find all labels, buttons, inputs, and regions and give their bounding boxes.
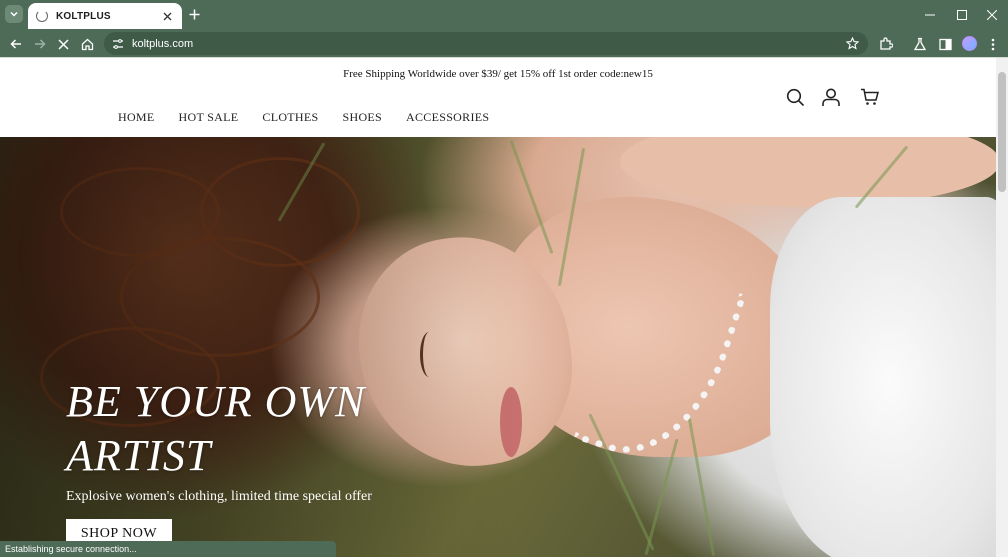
home-icon[interactable] [77,34,97,54]
side-panel-icon[interactable] [935,34,955,54]
status-bubble: Establishing secure connection... [0,541,336,557]
url-text: koltplus.com [132,37,194,50]
profile-avatar[interactable] [962,36,977,51]
browser-tab[interactable]: KOLTPLUS [28,3,182,29]
stop-icon[interactable] [53,34,73,54]
nav-shoes[interactable]: SHOES [343,110,383,125]
extensions-icon[interactable] [876,34,896,54]
close-icon[interactable] [160,9,174,23]
window-close-icon[interactable] [976,0,1008,29]
tab-strip: KOLTPLUS [0,0,1008,29]
nav-home[interactable]: HOME [118,110,155,125]
labs-icon[interactable] [910,34,930,54]
nav-clothes[interactable]: CLOTHES [262,110,318,125]
tab-title: KOLTPLUS [56,10,111,22]
nav-accessories[interactable]: ACCESSORIES [406,110,489,125]
page-viewport: Free Shipping Worldwide over $39/ get 15… [0,58,1008,557]
search-icon[interactable] [784,86,806,108]
menu-icon[interactable] [983,34,1003,54]
browser-toolbar: koltplus.com [0,29,1008,58]
hero-subline: Explosive women's clothing, limited time… [66,489,372,504]
nav-hot-sale[interactable]: HOT SALE [179,110,239,125]
announcement-bar: Free Shipping Worldwide over $39/ get 15… [343,68,653,80]
star-icon[interactable] [845,36,860,51]
loading-icon [36,10,48,22]
hero-photo-dress [770,197,996,557]
forward-icon[interactable] [30,34,50,54]
minimize-icon[interactable] [914,0,946,29]
back-icon[interactable] [6,34,26,54]
site-info-icon[interactable] [110,36,126,52]
address-bar[interactable]: koltplus.com [104,32,868,55]
cart-icon[interactable] [858,86,880,108]
page-scrollbar[interactable] [996,58,1008,557]
hero-headline: BE YOUR OWN ARTIST [66,377,366,480]
main-nav: HOME HOT SALE CLOTHES SHOES ACCESSORIES [118,110,489,125]
tab-search-icon[interactable] [5,5,23,23]
maximize-icon[interactable] [946,0,978,29]
hero-banner: BE YOUR OWN ARTIST Explosive women's clo… [0,137,996,557]
account-icon[interactable] [820,86,842,108]
new-tab-icon[interactable] [186,6,202,22]
scrollbar-thumb[interactable] [998,72,1006,192]
